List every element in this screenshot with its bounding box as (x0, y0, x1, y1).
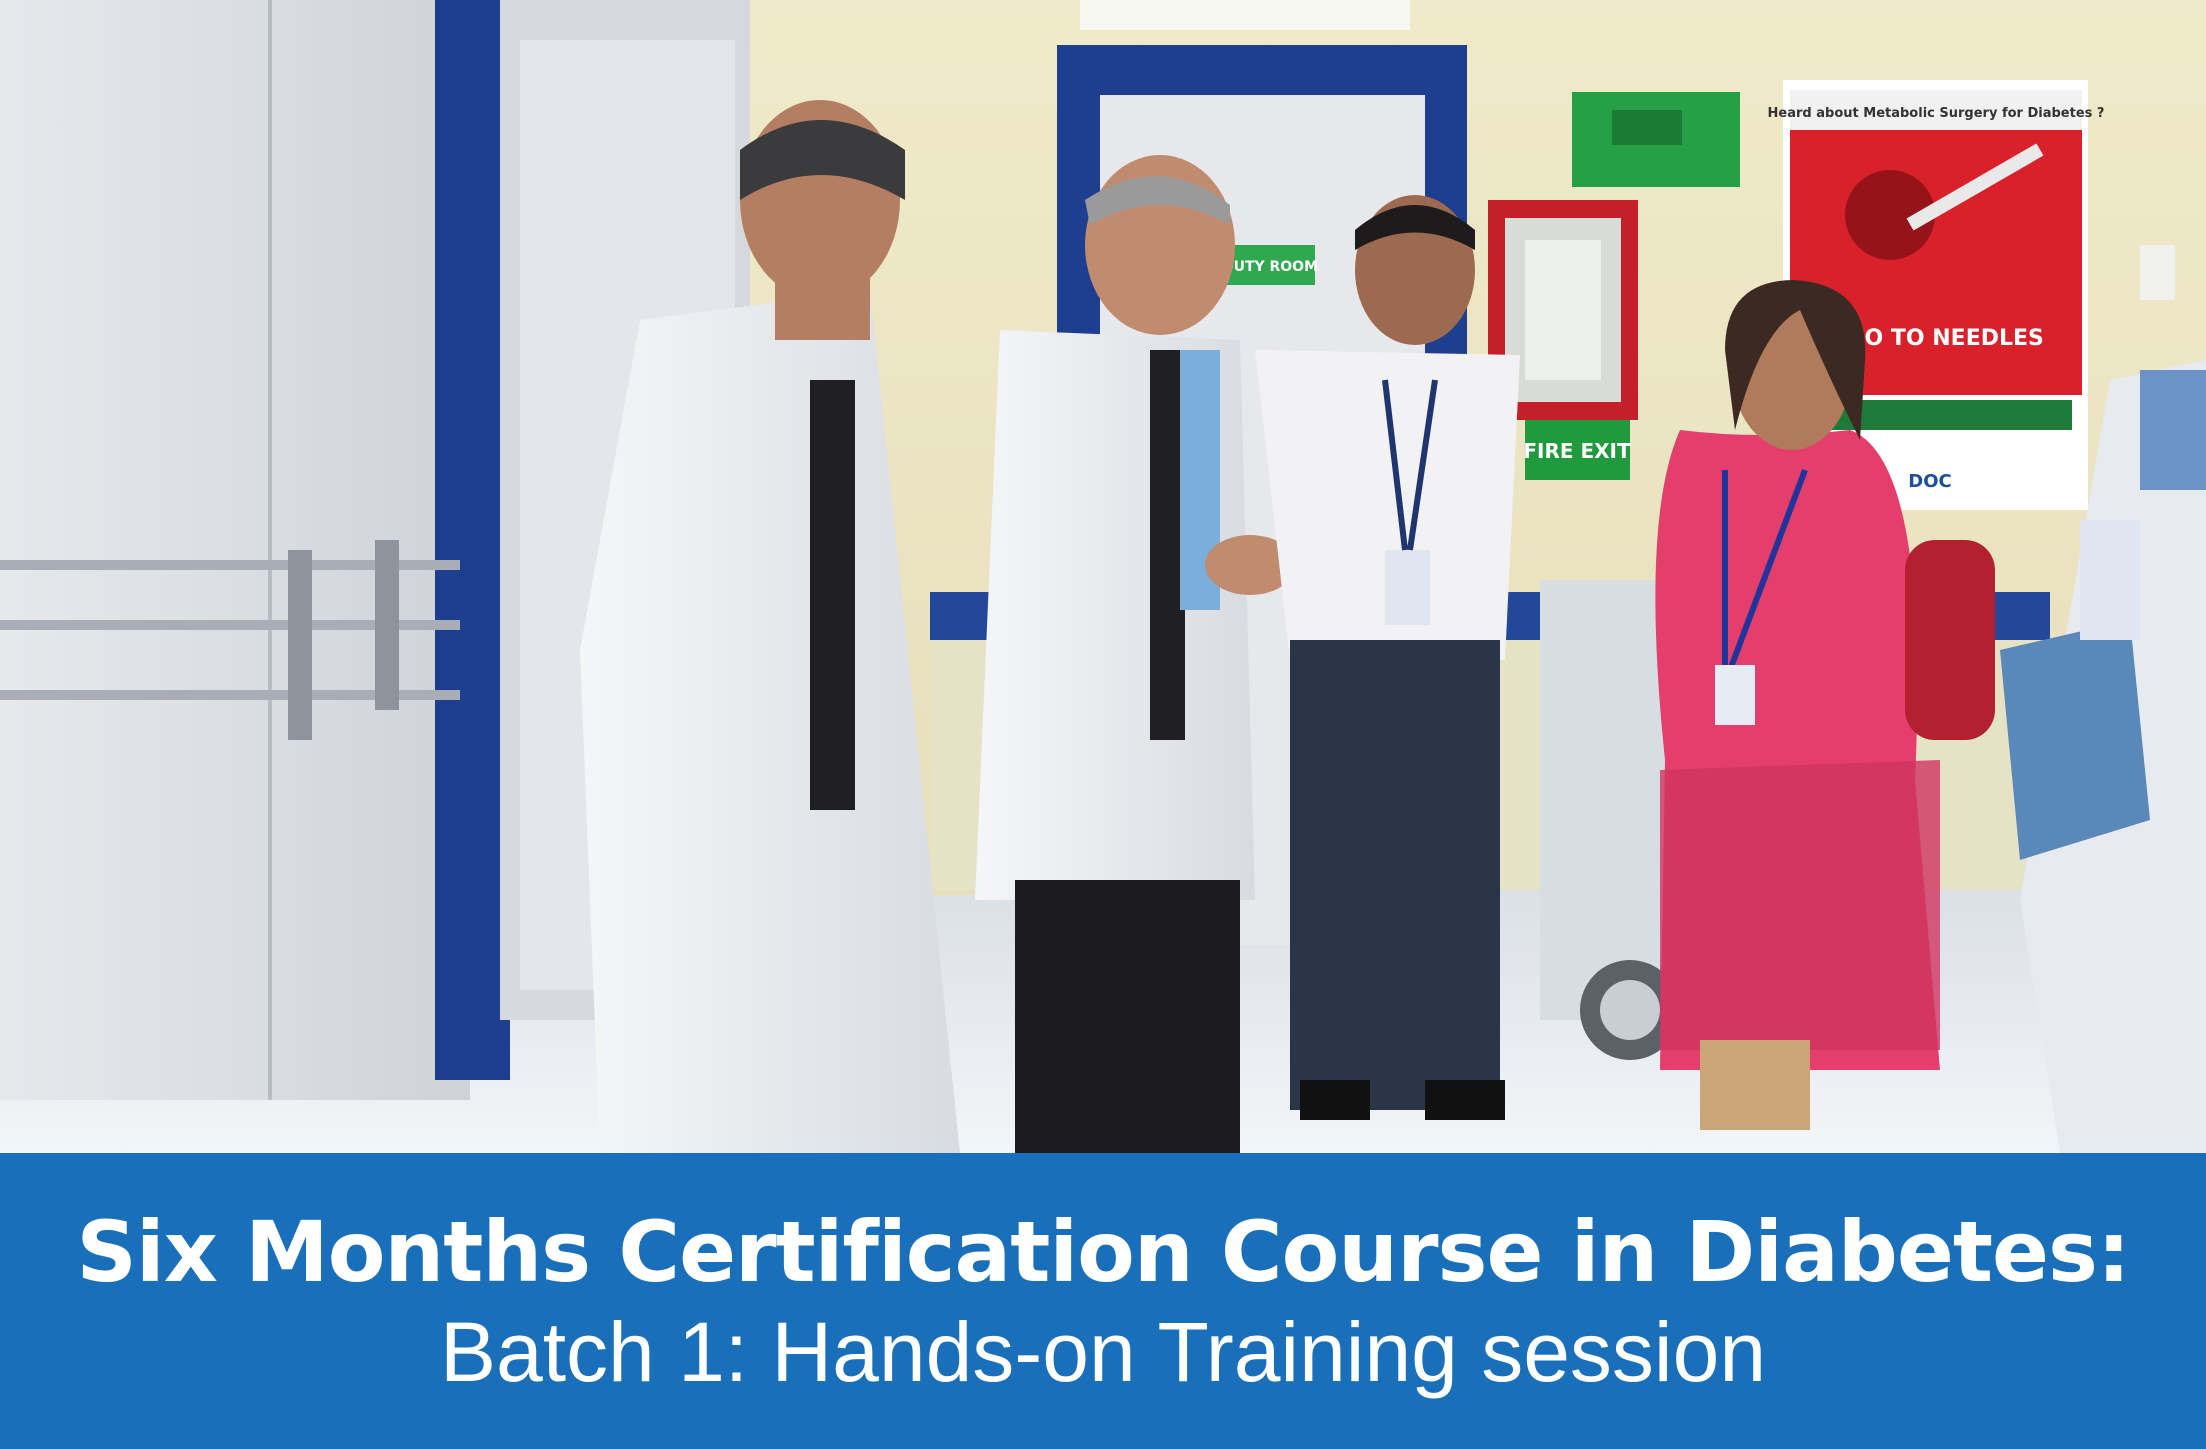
poster-footer-text: DOC (1908, 471, 1951, 492)
caption-title: Six Months Certification Course in Diabe… (76, 1202, 2130, 1301)
ceiling-light (1080, 0, 1410, 30)
room-sign-text: DUTY ROOM (1222, 259, 1318, 275)
wall-switch (2140, 245, 2175, 300)
poster-slogan-text: NO TO NEEDLES (1846, 326, 2044, 351)
training-session-photo: DUTY ROOM FIRE EXIT Heard about Metaboli… (0, 0, 2206, 1153)
poster-image: DUTY ROOM FIRE EXIT Heard about Metaboli… (0, 0, 2206, 1449)
caption-band: Six Months Certification Course in Diabe… (0, 1153, 2206, 1449)
poster-heading-text: Heard about Metabolic Surgery for Diabet… (1768, 106, 2105, 121)
exit-sign-text: FIRE EXIT (1523, 439, 1631, 463)
caption-subtitle: Batch 1: Hands-on Training session (439, 1304, 1767, 1399)
